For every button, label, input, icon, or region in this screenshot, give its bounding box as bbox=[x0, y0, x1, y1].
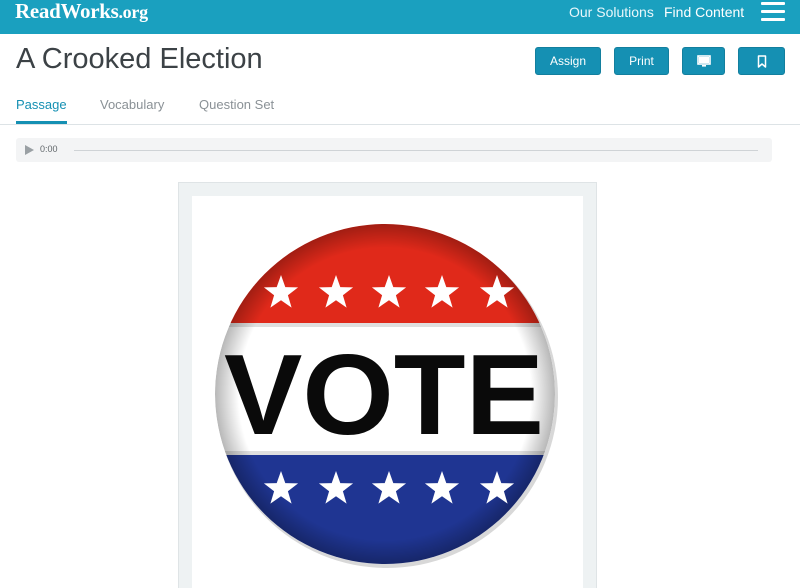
logo-name: ReadWorks bbox=[15, 0, 119, 23]
page-title: A Crooked Election bbox=[16, 43, 263, 75]
vote-button-image: VOTE bbox=[192, 196, 583, 588]
audio-player: 0:00 bbox=[16, 138, 772, 162]
bookmark-icon bbox=[757, 54, 766, 68]
play-icon[interactable] bbox=[25, 145, 34, 155]
tab-question-set[interactable]: Question Set bbox=[199, 97, 274, 113]
audio-time: 0:00 bbox=[40, 144, 58, 154]
monitor-icon bbox=[696, 55, 711, 67]
assign-button[interactable]: Assign bbox=[535, 47, 601, 75]
nav-find-content[interactable]: Find Content bbox=[664, 4, 744, 20]
tab-passage[interactable]: Passage bbox=[16, 97, 67, 113]
bookmark-button[interactable] bbox=[738, 47, 785, 75]
logo-tld: .org bbox=[118, 2, 148, 22]
readworks-logo[interactable]: ReadWorks.org bbox=[15, 0, 148, 23]
vote-text: VOTE bbox=[224, 332, 544, 459]
content-tabs: Passage Vocabulary Question Set bbox=[0, 92, 800, 125]
tab-vocabulary[interactable]: Vocabulary bbox=[100, 97, 164, 113]
print-button[interactable]: Print bbox=[614, 47, 669, 75]
audio-progress-track[interactable] bbox=[74, 150, 758, 151]
vote-illustration: VOTE bbox=[215, 224, 558, 568]
passage-image-frame: VOTE bbox=[178, 182, 597, 588]
top-navigation-bar: ReadWorks.org Our Solutions Find Content bbox=[0, 0, 800, 34]
nav-our-solutions[interactable]: Our Solutions bbox=[569, 4, 654, 20]
active-tab-indicator bbox=[16, 121, 67, 124]
present-button[interactable] bbox=[682, 47, 725, 75]
hamburger-menu-icon[interactable] bbox=[761, 2, 785, 22]
